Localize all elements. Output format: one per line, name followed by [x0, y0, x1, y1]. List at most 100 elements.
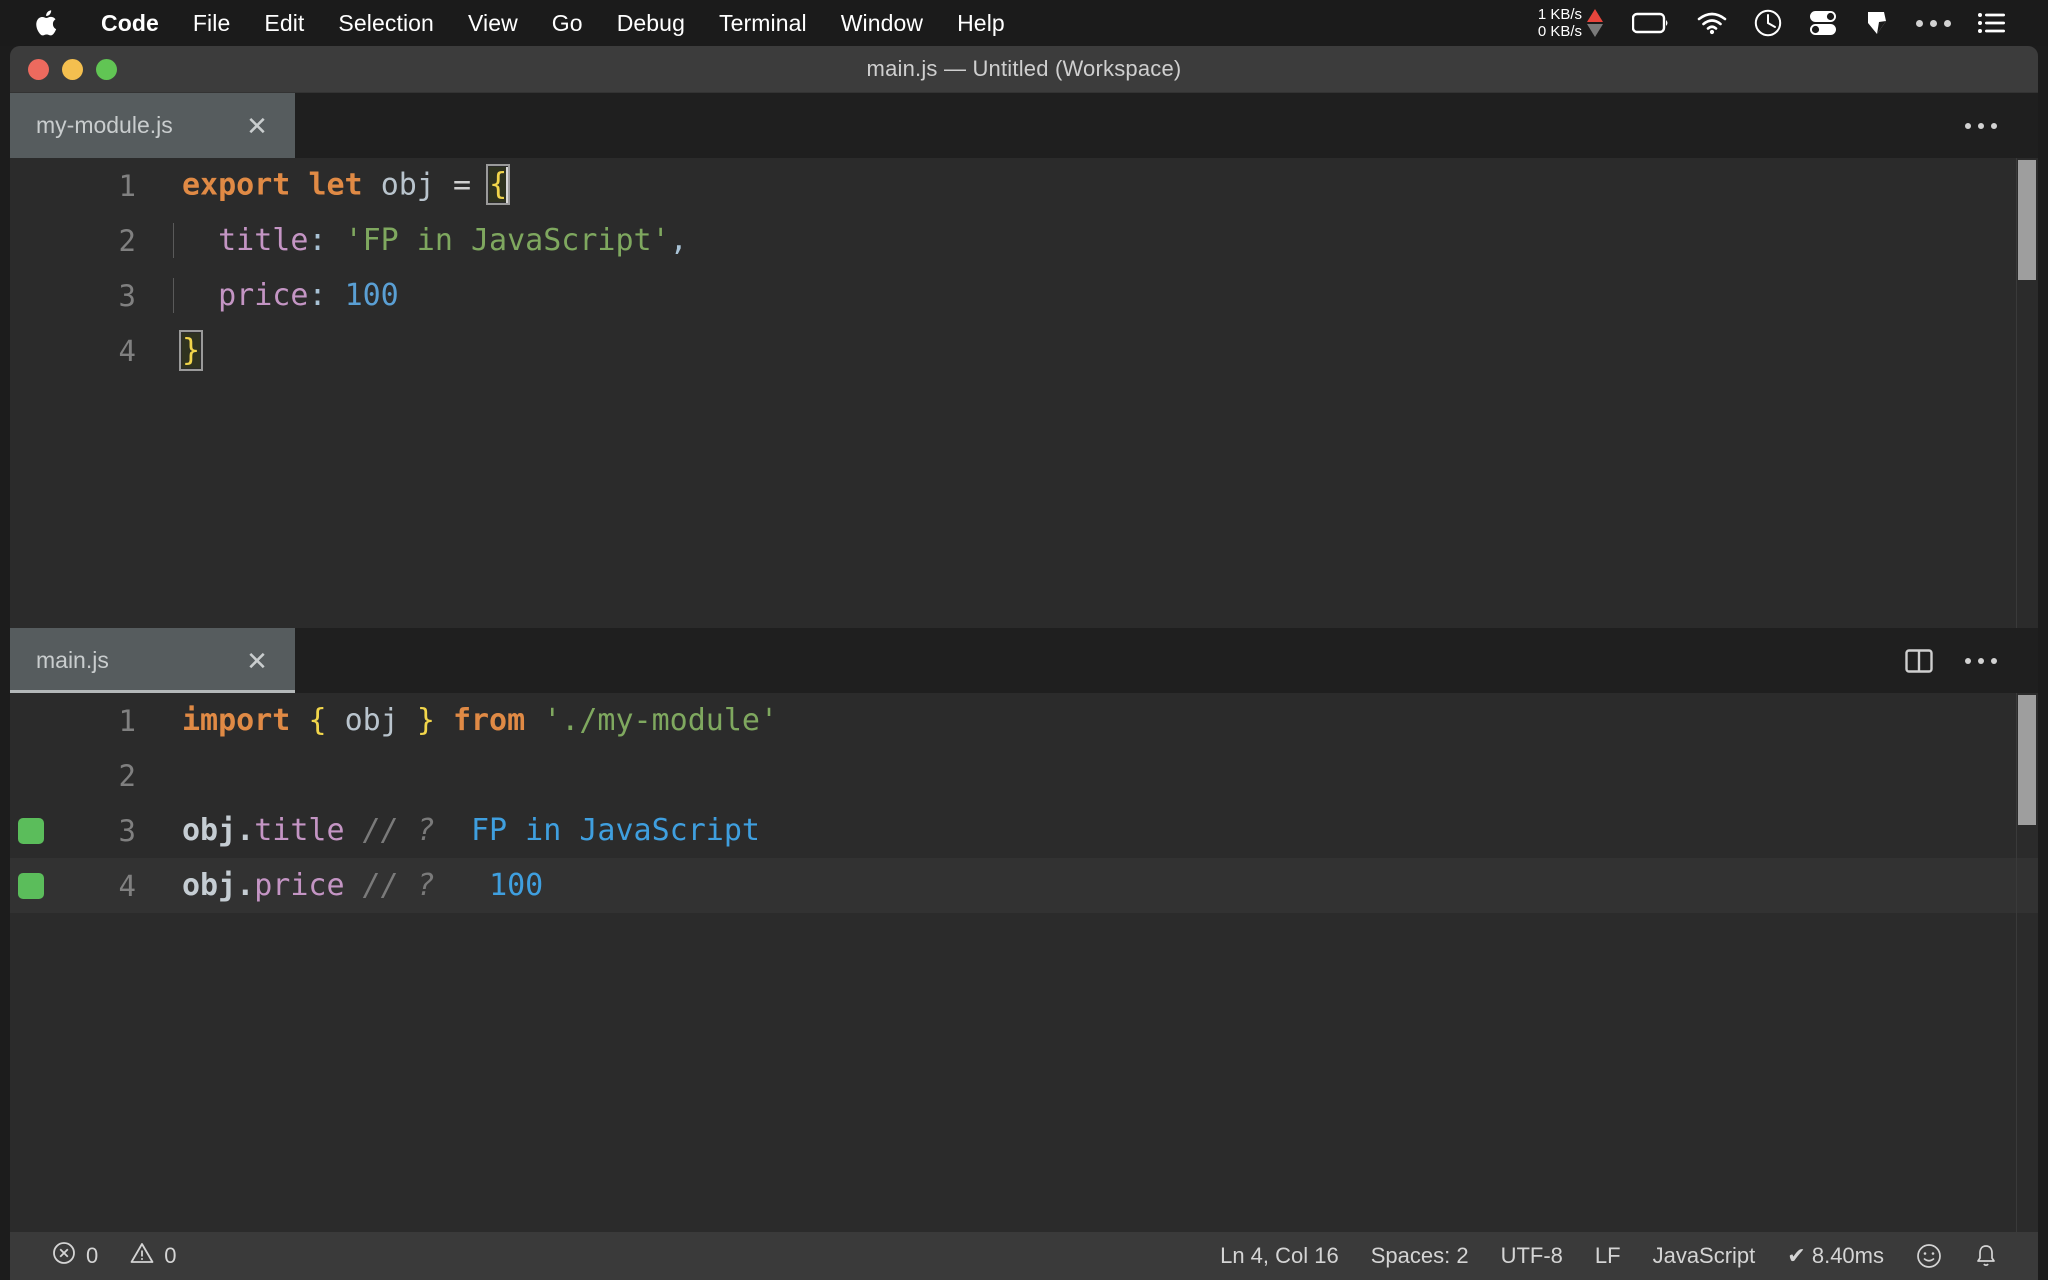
code-token: , — [669, 223, 688, 258]
menu-item-window[interactable]: Window — [824, 0, 940, 46]
menu-item-selection[interactable]: Selection — [321, 0, 451, 46]
menu-item-file[interactable]: File — [176, 0, 247, 46]
tab-main-js[interactable]: main.js ✕ — [10, 628, 295, 693]
minimize-window-button[interactable] — [62, 58, 83, 80]
language-mode[interactable]: JavaScript — [1637, 1232, 1772, 1280]
indent-guide — [173, 278, 174, 313]
feedback-smiley-icon[interactable] — [1900, 1232, 1958, 1280]
code-token: obj — [182, 868, 237, 903]
menu-item-help[interactable]: Help — [940, 0, 1022, 46]
warning-count-label: 0 — [164, 1243, 177, 1268]
tabbar-actions-bottom — [1888, 628, 2038, 693]
close-icon[interactable]: ✕ — [243, 647, 271, 675]
code-line[interactable]: 4 obj.price // ? 100 — [10, 858, 2038, 913]
tab-label: main.js — [36, 647, 109, 673]
battery-icon[interactable] — [1619, 0, 1683, 46]
tabbar-bottom: main.js ✕ — [10, 628, 2038, 693]
vertical-scrollbar-top[interactable] — [2016, 158, 2038, 628]
code-text[interactable]: price: 100 — [162, 278, 2038, 313]
menu-item-code[interactable]: Code — [84, 0, 176, 46]
code-line[interactable]: 2 — [10, 748, 2038, 803]
menu-item-go[interactable]: Go — [535, 0, 600, 46]
code-line[interactable]: 3 price: 100 — [10, 268, 2038, 323]
menu-item-edit[interactable]: Edit — [247, 0, 321, 46]
control-center-icon[interactable] — [1964, 0, 2020, 46]
toggles-icon[interactable] — [1795, 0, 1851, 46]
menu-item-view[interactable]: View — [451, 0, 535, 46]
code-token: : — [308, 223, 327, 258]
line-number: 4 — [118, 868, 136, 903]
status-bar: 0 0 Ln 4, Col 16 Spaces: 2 UTF-8 LF Java… — [10, 1232, 2038, 1280]
download-arrow-icon — [1587, 24, 1603, 37]
code-token: FP in JavaScript — [471, 813, 760, 848]
error-count[interactable]: 0 — [36, 1232, 114, 1280]
code-token: . — [236, 813, 255, 848]
code-line[interactable]: 4} — [10, 323, 2038, 378]
code-token: : — [308, 278, 327, 313]
warning-count[interactable]: 0 — [114, 1232, 192, 1280]
code-line[interactable]: 1 import { obj } from './my-module' — [10, 693, 2038, 748]
dropbox-icon[interactable] — [1851, 0, 1903, 46]
close-icon[interactable]: ✕ — [243, 112, 271, 140]
cursor-position[interactable]: Ln 4, Col 16 — [1204, 1232, 1355, 1280]
quokka-value-marker[interactable] — [10, 872, 52, 899]
error-count-label: 0 — [86, 1243, 99, 1268]
menu-bar-status-area: 1 KB/s 0 KB/s — [1538, 0, 2030, 46]
code-text[interactable]: obj.price // ? 100 — [162, 868, 2038, 903]
network-download-speed: 0 KB/s — [1537, 23, 1582, 40]
traffic-lights — [10, 58, 117, 80]
tab-my-module-js[interactable]: my-module.js ✕ — [10, 93, 295, 158]
menu-item-terminal[interactable]: Terminal — [702, 0, 824, 46]
apple-logo-icon[interactable] — [34, 8, 60, 38]
indentation[interactable]: Spaces: 2 — [1355, 1232, 1485, 1280]
code-token: { — [308, 703, 327, 738]
code-token: // ? — [362, 813, 435, 848]
upload-arrow-icon — [1587, 9, 1603, 22]
close-window-button[interactable] — [28, 58, 49, 80]
code-text[interactable]: export let obj = { — [162, 164, 2038, 205]
code-text[interactable]: obj.title // ? FP in JavaScript — [162, 813, 2038, 848]
code-text[interactable]: import { obj } from './my-module' — [162, 703, 2038, 738]
status-bar-left: 0 0 — [10, 1232, 193, 1280]
indent-guide — [173, 223, 174, 258]
code-token: let — [308, 167, 363, 202]
more-actions-icon[interactable] — [1950, 628, 2012, 693]
quokka-timing[interactable]: ✔ 8.40ms — [1771, 1232, 1900, 1280]
code-token: = — [452, 167, 471, 202]
code-line[interactable]: 2 title: 'FP in JavaScript', — [10, 213, 2038, 268]
more-actions-icon[interactable] — [1950, 93, 2012, 158]
network-speed-indicator[interactable]: 1 KB/s 0 KB/s — [1538, 6, 1603, 40]
wifi-icon[interactable] — [1683, 0, 1741, 46]
code-line[interactable]: 1 export let obj = { — [10, 158, 2038, 213]
notifications-bell-icon[interactable] — [1958, 1232, 2014, 1280]
encoding[interactable]: UTF-8 — [1485, 1232, 1579, 1280]
scrollbar-thumb[interactable] — [2018, 160, 2036, 280]
vertical-scrollbar-bottom[interactable] — [2016, 693, 2038, 1232]
line-number: 3 — [118, 813, 136, 848]
line-number: 1 — [118, 168, 136, 203]
code-token: title — [218, 223, 309, 258]
window-title: main.js — Untitled (Workspace) — [866, 56, 1182, 81]
code-text[interactable]: } — [162, 330, 2038, 371]
code-editor-main-js[interactable]: 1 import { obj } from './my-module' 2 3 obj.… — [10, 693, 2038, 1232]
code-token: } — [178, 330, 204, 371]
ellipsis-icon[interactable] — [1903, 0, 1964, 46]
error-icon — [52, 1241, 76, 1271]
code-text[interactable]: title: 'FP in JavaScript', — [162, 223, 2038, 258]
scrollbar-thumb[interactable] — [2018, 695, 2036, 825]
clock-icon[interactable] — [1741, 0, 1795, 46]
eol[interactable]: LF — [1579, 1232, 1637, 1280]
tabbar-actions-top — [1950, 93, 2038, 158]
menu-item-debug[interactable]: Debug — [600, 0, 702, 46]
split-editor-icon[interactable] — [1888, 628, 1950, 693]
quokka-value-marker[interactable] — [10, 817, 52, 844]
code-line[interactable]: 3 obj.title // ? FP in JavaScript — [10, 803, 2038, 858]
quokka-square-icon — [18, 872, 44, 899]
code-editor-my-module-js[interactable]: 1 export let obj = { 2 title: 'FP in JavaS… — [10, 158, 2038, 628]
maximize-window-button[interactable] — [96, 58, 117, 80]
